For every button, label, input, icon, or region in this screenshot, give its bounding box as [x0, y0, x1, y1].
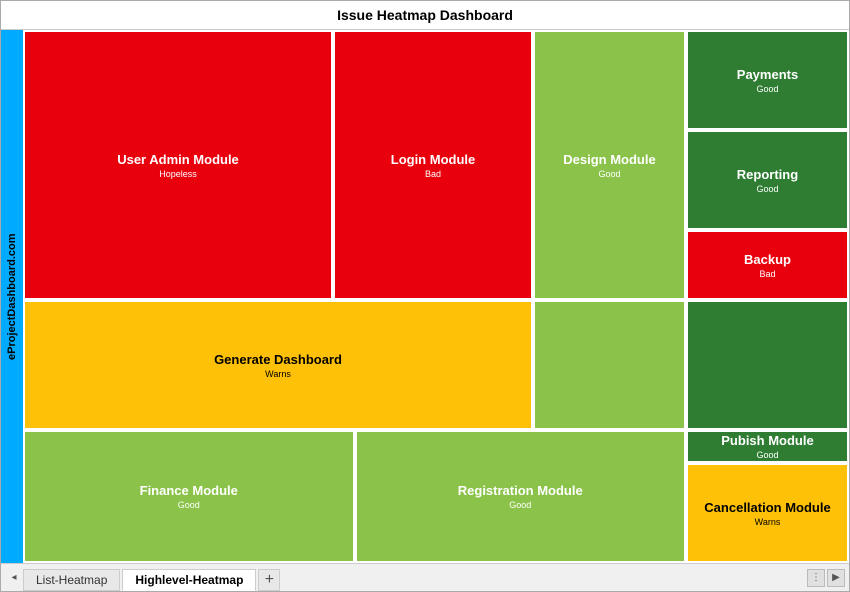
col-right-bot: Pubish Module Good Cancellation Module W…: [686, 430, 849, 563]
row-top: User Admin Module Hopeless Login Module …: [23, 30, 849, 300]
page-title: Issue Heatmap Dashboard: [337, 7, 513, 23]
tab-add-button[interactable]: +: [258, 569, 280, 591]
nav-arrow-button[interactable]: ▶: [827, 569, 845, 587]
cell-finance[interactable]: Finance Module Good: [23, 430, 355, 563]
tabs-container: List-Heatmap Highlevel-Heatmap +: [23, 564, 807, 591]
cell-reporting[interactable]: Reporting Good: [686, 130, 849, 230]
heatmap-grid: User Admin Module Hopeless Login Module …: [23, 30, 849, 563]
cell-login[interactable]: Login Module Bad: [333, 30, 533, 300]
tab-list-heatmap[interactable]: List-Heatmap: [23, 569, 120, 591]
cell-payments[interactable]: Payments Good: [686, 30, 849, 130]
row-mid: Generate Dashboard Warns: [23, 300, 849, 430]
nav-dots-button[interactable]: ⋮: [807, 569, 825, 587]
cell-backup[interactable]: Backup Bad: [686, 230, 849, 300]
title-bar: Issue Heatmap Dashboard: [1, 1, 849, 30]
tab-highlevel-heatmap[interactable]: Highlevel-Heatmap: [122, 569, 256, 591]
cell-design[interactable]: Design Module Good: [533, 30, 686, 300]
main-window: Issue Heatmap Dashboard eProjectDashboar…: [0, 0, 850, 592]
col-right-top: Payments Good Reporting Good Backup Bad: [686, 30, 849, 300]
cell-cancellation[interactable]: Cancellation Module Warns: [686, 463, 849, 563]
cell-generate[interactable]: Generate Dashboard Warns: [23, 300, 533, 430]
cell-user-admin[interactable]: User Admin Module Hopeless: [23, 30, 333, 300]
tab-scroll-left[interactable]: ◂: [5, 569, 23, 587]
bottom-bar: ◂ List-Heatmap Highlevel-Heatmap + ⋮ ▶: [1, 563, 849, 591]
cell-registration[interactable]: Registration Module Good: [355, 430, 687, 563]
side-label: eProjectDashboard.com: [1, 30, 23, 563]
bottom-right-nav: ⋮ ▶: [807, 569, 845, 587]
cell-publish[interactable]: Pubish Module Good: [686, 430, 849, 463]
heatmap-area: eProjectDashboard.com User Admin Module …: [1, 30, 849, 563]
row-bot: Finance Module Good Registration Module …: [23, 430, 849, 563]
